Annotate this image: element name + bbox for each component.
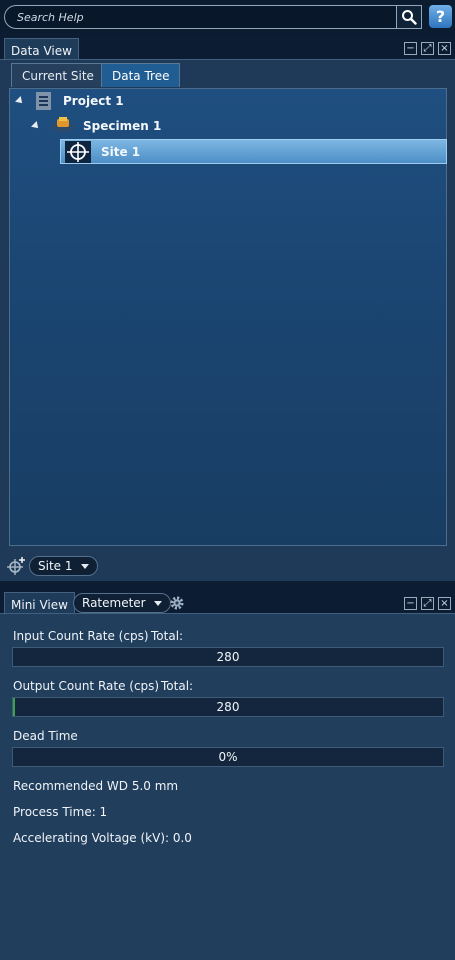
tab-current-site[interactable]: Current Site: [11, 63, 105, 87]
help-button[interactable]: ?: [429, 5, 452, 28]
mode-selector[interactable]: Ratemeter: [73, 593, 171, 613]
site-selector-label: Site 1: [38, 559, 73, 573]
minimize-button[interactable]: −: [404, 597, 417, 610]
data-view-footer: Site 1: [0, 550, 455, 582]
data-view-label: Data View: [11, 43, 72, 58]
input-rate-meter: 280: [12, 647, 444, 667]
maximize-button[interactable]: ⤢: [421, 597, 434, 610]
add-site-icon[interactable]: [6, 556, 26, 576]
close-button[interactable]: ×: [438, 597, 451, 610]
tree-item-site-label: Site 1: [101, 144, 141, 159]
output-total-label: Total:: [161, 679, 194, 693]
tab-current-site-label: Current Site: [22, 68, 94, 83]
minimize-icon: −: [406, 42, 415, 54]
tree-item-project[interactable]: Project 1: [15, 90, 124, 112]
search-icon: [402, 10, 417, 25]
minimize-button[interactable]: −: [404, 42, 417, 55]
input-rate-label: Input Count Rate (cps): [13, 629, 149, 643]
help-icon: ?: [435, 7, 446, 26]
top-bar: ?: [0, 0, 455, 34]
data-view-panel: Current Site Data Tree Project 1 Specime…: [0, 59, 455, 581]
mini-view-panel: Input Count Rate (cps) Total: 280 Output…: [0, 613, 455, 960]
search-button[interactable]: [396, 5, 422, 29]
close-button[interactable]: ×: [438, 42, 451, 55]
minimize-icon: −: [406, 597, 415, 609]
dead-time-label: Dead Time: [13, 729, 78, 743]
close-icon: ×: [440, 42, 449, 54]
output-rate-label: Output Count Rate (cps): [13, 679, 160, 693]
site-crosshair-icon: [65, 140, 91, 163]
mode-selector-label: Ratemeter: [82, 596, 146, 610]
chevron-down-icon: [153, 600, 162, 606]
mini-view-label: Mini View: [11, 597, 68, 612]
chevron-down-icon: [80, 563, 89, 569]
process-time: Process Time: 1: [13, 805, 108, 819]
tab-data-tree[interactable]: Data Tree: [101, 63, 181, 87]
expand-arrow-icon[interactable]: [15, 96, 25, 106]
dead-time-meter: 0%: [12, 747, 444, 767]
tree-item-specimen[interactable]: Specimen 1: [31, 115, 162, 137]
dead-time-value: 0%: [218, 750, 238, 764]
maximize-icon: ⤢: [423, 42, 432, 54]
recommended-wd: Recommended WD 5.0 mm: [13, 779, 179, 793]
data-tree: Project 1 Specimen 1 Site 1: [9, 88, 447, 546]
gear-icon[interactable]: [169, 595, 185, 611]
expand-arrow-icon[interactable]: [31, 121, 41, 131]
close-icon: ×: [440, 597, 449, 609]
specimen-icon: [52, 117, 74, 132]
project-icon: [36, 92, 51, 110]
tree-item-specimen-label: Specimen 1: [83, 119, 162, 133]
input-rate-value: 280: [216, 650, 240, 664]
tab-data-tree-label: Data Tree: [112, 68, 170, 83]
tree-item-site[interactable]: Site 1: [60, 139, 447, 164]
accelerating-voltage: Accelerating Voltage (kV): 0.0: [13, 831, 192, 845]
site-selector[interactable]: Site 1: [29, 556, 98, 576]
output-rate-value: 280: [216, 700, 240, 714]
maximize-button[interactable]: ⤢: [421, 42, 434, 55]
maximize-icon: ⤢: [423, 597, 432, 609]
output-rate-meter: 280: [12, 697, 444, 717]
tree-item-project-label: Project 1: [63, 94, 124, 108]
search-box[interactable]: [4, 5, 396, 29]
input-total-label: Total:: [151, 629, 184, 643]
search-input[interactable]: [5, 6, 396, 29]
